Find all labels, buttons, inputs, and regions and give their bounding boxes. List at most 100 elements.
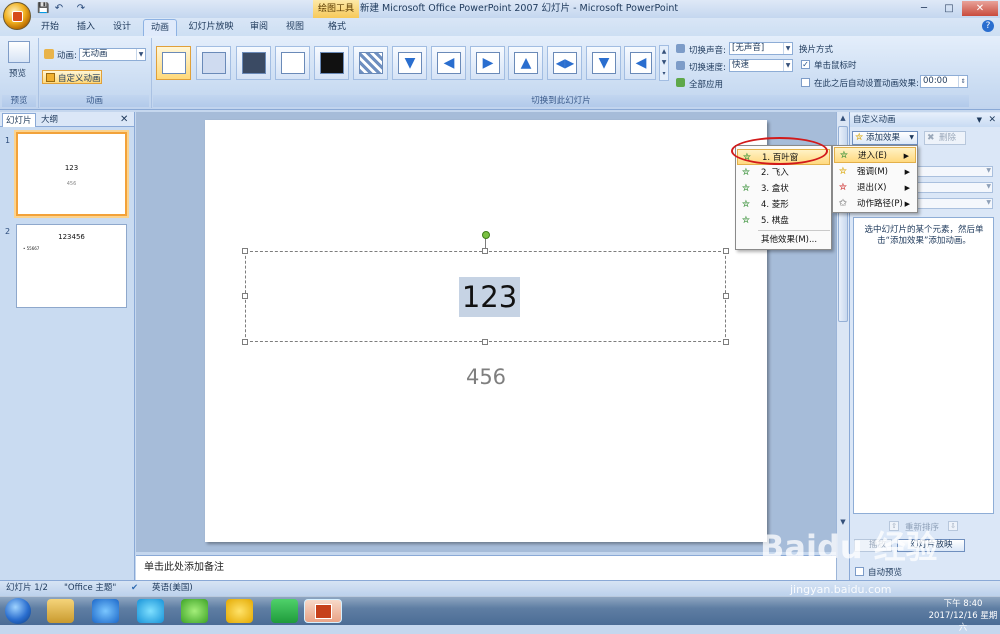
effect-diamond[interactable]: ✮ 4. 菱形 <box>737 197 830 213</box>
animation-dropdown[interactable]: 无动画 ▼ <box>79 48 146 61</box>
effect-box[interactable]: ✮ 3. 盒状 <box>737 181 830 197</box>
animation-list[interactable] <box>853 217 994 514</box>
start-button[interactable] <box>5 598 31 624</box>
spinner-icon[interactable]: ⇕ <box>958 76 967 87</box>
auto-after-checkbox[interactable] <box>801 78 810 87</box>
custom-animation-button[interactable]: 自定义动画 <box>42 70 102 84</box>
close-pane-icon[interactable]: ✕ <box>120 114 128 125</box>
ie-icon[interactable] <box>92 599 119 623</box>
gallery-scroll[interactable]: ▲ ▼ ▾ <box>659 45 669 81</box>
clock-date: 2017/12/16 星期六 <box>928 611 998 633</box>
remove-icon: ✖ <box>927 133 935 143</box>
maximize-button[interactable]: □ <box>937 1 961 16</box>
close-button[interactable]: ✕ <box>962 1 998 16</box>
baidu-watermark-url: jingyan.baidu.com <box>790 583 892 596</box>
effect-checkerboard[interactable]: ✮ 5. 棋盘 <box>737 213 830 229</box>
tab-slideshow[interactable]: 幻灯片放映 <box>184 19 238 36</box>
minimize-button[interactable]: ─ <box>912 1 936 16</box>
browser-icon[interactable] <box>137 599 164 623</box>
category-label: 退出(X) <box>857 183 887 193</box>
tab-design[interactable]: 设计 <box>108 19 136 36</box>
clock-time: 下午 8:40 <box>943 599 983 609</box>
app-green-icon[interactable] <box>181 599 208 623</box>
auto-after-time-input[interactable]: 00:00 ⇕ <box>920 75 968 88</box>
transition-fade-black[interactable] <box>236 46 271 80</box>
resize-handle[interactable] <box>723 339 729 345</box>
iqiyi-icon[interactable] <box>271 599 298 623</box>
resize-handle[interactable] <box>482 248 488 254</box>
transition-wipe-left[interactable]: ◀ <box>431 46 466 80</box>
notes-pane[interactable]: 单击此处添加备注 <box>136 555 836 580</box>
auto-after-label: 在此之后自动设置动画效果: <box>814 79 919 89</box>
spellcheck-icon[interactable]: ✔ <box>131 581 138 596</box>
property-dropdown[interactable]: ▼ <box>912 182 993 193</box>
transition-split[interactable]: ◀▶ <box>547 46 582 80</box>
resize-handle[interactable] <box>242 339 248 345</box>
transition-wipe-down[interactable]: ▼ <box>392 46 427 80</box>
transition-none[interactable] <box>156 46 191 80</box>
app-yellow-icon[interactable] <box>226 599 253 623</box>
tab-format[interactable]: 格式 <box>323 19 351 36</box>
resize-handle[interactable] <box>482 339 488 345</box>
add-effect-button[interactable]: ✮ 添加效果 ▼ <box>852 131 918 145</box>
powerpoint-taskbar-button[interactable] <box>304 599 342 623</box>
slide-thumbnail-1[interactable]: 123 456 <box>16 132 127 216</box>
start-dropdown[interactable]: ▼ <box>912 166 993 177</box>
slide-thumb-subtitle: 456 <box>66 181 77 187</box>
transition-cut-black[interactable] <box>314 46 349 80</box>
resize-handle[interactable] <box>242 293 248 299</box>
resize-handle[interactable] <box>723 293 729 299</box>
tab-review[interactable]: 审阅 <box>245 19 273 36</box>
transition-cut[interactable] <box>275 46 310 80</box>
move-down-icon[interactable]: ⇩ <box>948 521 958 531</box>
slide-thumbnail-2[interactable]: 123456 • 55667 <box>16 224 127 308</box>
advance-slide-title: 换片方式 <box>799 45 834 55</box>
transition-wipe-up[interactable]: ▲ <box>508 46 543 80</box>
remove-effect-button[interactable]: ✖ 删除 <box>924 131 966 145</box>
transition-uncover-left[interactable]: ◀ <box>624 46 656 80</box>
arrow-down-icon: ▼ <box>592 52 616 74</box>
slide-title-text[interactable]: 123 <box>459 277 520 317</box>
highlight-annotation-circle <box>731 137 828 165</box>
transition-fade[interactable] <box>196 46 231 80</box>
scroll-up-icon[interactable]: ▲ <box>838 114 848 124</box>
category-emphasis[interactable]: ✮ 强调(M) ▶ <box>834 164 916 180</box>
sound-dropdown[interactable]: [无声音] ▼ <box>729 42 793 55</box>
tab-view[interactable]: 视图 <box>281 19 309 36</box>
resize-handle[interactable] <box>723 248 729 254</box>
slide-subtitle-text[interactable]: 456 <box>430 365 542 389</box>
slide-number: 1 <box>5 136 11 145</box>
redo-icon[interactable]: ↷ <box>75 3 87 15</box>
chevron-down-icon: ▼ <box>136 49 145 60</box>
preview-icon[interactable] <box>8 41 30 63</box>
undo-icon[interactable]: ↶ <box>53 3 65 15</box>
apply-all-button[interactable]: 全部应用 <box>689 78 723 90</box>
rotation-handle[interactable] <box>482 231 490 239</box>
transition-wipe-right[interactable]: ▶ <box>470 46 505 80</box>
save-icon[interactable]: 💾 <box>37 3 49 15</box>
category-entrance[interactable]: ✮ 进入(E) ▶ <box>834 147 916 163</box>
transition-uncover-down[interactable]: ▼ <box>586 46 621 80</box>
effect-fly-in[interactable]: ✮ 2. 飞入 <box>737 165 830 181</box>
on-click-checkbox[interactable]: ✓ <box>801 60 810 69</box>
category-exit[interactable]: ✮ 退出(X) ▶ <box>834 180 916 196</box>
tab-animations[interactable]: 动画 <box>143 19 177 36</box>
transition-dissolve[interactable] <box>353 46 388 80</box>
chevron-down-icon[interactable]: ▼ <box>977 113 982 127</box>
tab-outline[interactable]: 大纲 <box>38 113 61 127</box>
tab-slides[interactable]: 幻灯片 <box>2 113 36 127</box>
more-effects[interactable]: 其他效果(M)... <box>737 232 830 248</box>
tab-home[interactable]: 开始 <box>36 19 64 36</box>
speed-dropdown[interactable]: 快速 ▼ <box>729 59 793 72</box>
help-icon[interactable]: ? <box>982 20 994 32</box>
resize-handle[interactable] <box>242 248 248 254</box>
taskbar-clock[interactable]: 下午 8:40 2017/12/16 星期六 <box>927 598 999 634</box>
speed-dropdown-pane[interactable]: ▼ <box>912 198 993 209</box>
language[interactable]: 英语(美国) <box>152 581 193 596</box>
office-button[interactable] <box>3 2 31 30</box>
category-motion-path[interactable]: ✩ 动作路径(P) ▶ <box>834 196 916 212</box>
tab-insert[interactable]: 插入 <box>72 19 100 36</box>
close-icon[interactable]: ✕ <box>988 113 996 127</box>
explorer-icon[interactable] <box>47 599 74 623</box>
autopreview-checkbox[interactable] <box>855 567 864 576</box>
